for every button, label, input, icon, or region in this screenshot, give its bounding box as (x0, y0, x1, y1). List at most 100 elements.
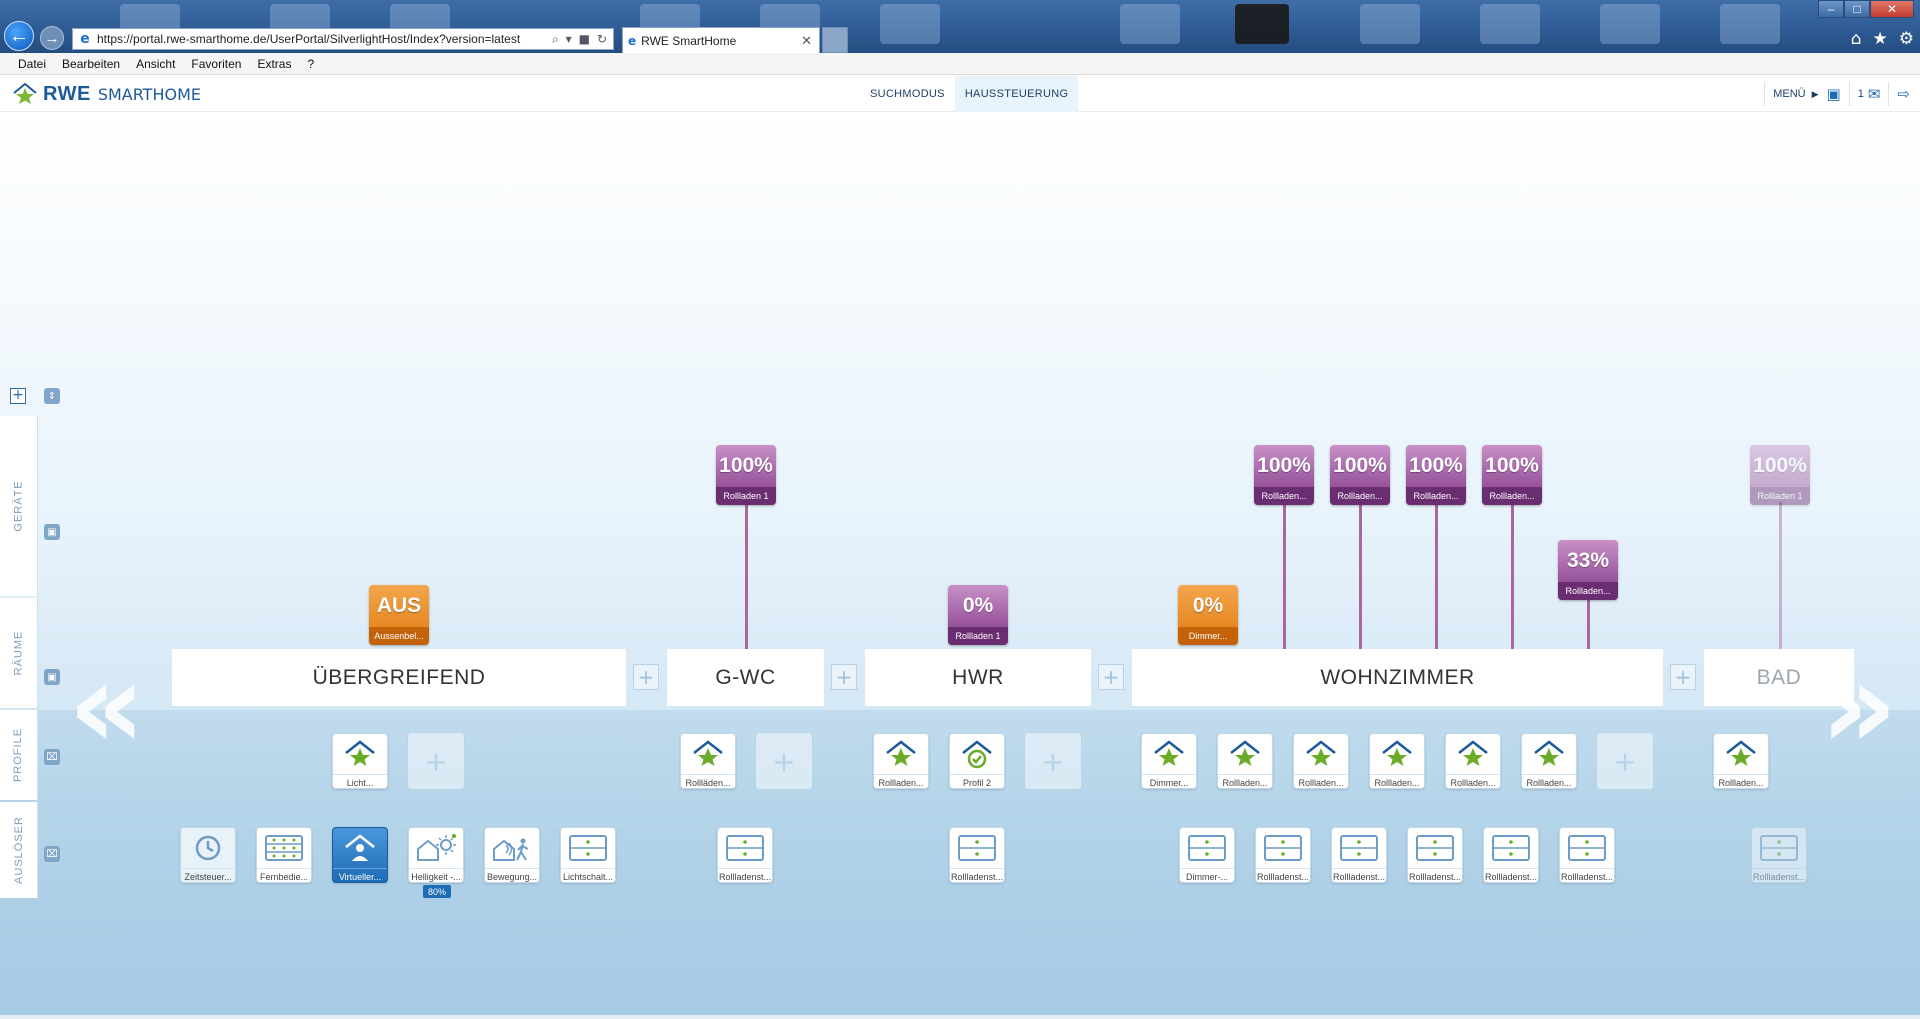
back-button[interactable]: ← (4, 21, 34, 51)
expand-collapse-icon[interactable]: ⇕ (44, 388, 60, 404)
room-wohnzimmer[interactable]: WOHNZIMMER (1132, 649, 1663, 706)
profile-tile[interactable]: Dimmer... (1141, 733, 1197, 789)
add-profile-button[interactable]: + (755, 732, 813, 790)
trigger-tile[interactable]: Fernbedie... (256, 827, 312, 883)
url-text[interactable]: https://portal.rwe-smarthome.de/UserPort… (97, 32, 552, 46)
gear-icon[interactable]: ⚙ (1899, 29, 1914, 49)
nav-suchmodus[interactable]: SUCHMODUS (860, 76, 955, 112)
add-room-button[interactable]: + (633, 664, 659, 690)
search-icon[interactable]: ⌕ (552, 32, 559, 47)
add-room-button[interactable]: + (831, 664, 857, 690)
envelope-icon[interactable]: ✉ (1868, 85, 1881, 103)
trigger-tile[interactable]: Bewegung... (484, 827, 540, 883)
refresh-icon[interactable]: ↻ (597, 32, 607, 47)
forward-button[interactable]: → (40, 26, 64, 50)
trigger-tile[interactable]: Rollladenst... (1559, 827, 1615, 883)
trigger-tile[interactable]: Rollladenst... (1255, 827, 1311, 883)
nav-haussteuerung[interactable]: HAUSSTEUERUNG (954, 76, 1079, 112)
profile-tile[interactable]: Rollladen... (1369, 733, 1425, 789)
menu-datei[interactable]: Datei (18, 57, 46, 71)
room-hwr[interactable]: HWR (865, 649, 1091, 706)
menu-bearbeiten[interactable]: Bearbeiten (62, 57, 120, 71)
trigger-tile[interactable]: Lichtschalt... (560, 827, 616, 883)
profile-tile[interactable]: Rollladen... (1521, 733, 1577, 789)
add-profile-button[interactable]: + (407, 732, 465, 790)
device-rollladen-wohnzimmer[interactable]: 100% Rollladen... (1406, 445, 1466, 505)
add-room-button[interactable]: + (1098, 664, 1124, 690)
trigger-tile[interactable]: Rollladenst... (1407, 827, 1463, 883)
trigger-tile[interactable]: Dimmer-... (1179, 827, 1235, 883)
device-aussenbeleuchtung[interactable]: AUS Aussenbel... (369, 585, 429, 645)
maximize-button[interactable]: □ (1844, 0, 1870, 18)
collapse-icon[interactable]: ⌧ (44, 749, 60, 765)
device-rollladen-bad[interactable]: 100% Rollladen 1 (1750, 445, 1810, 505)
profile-label: Rollladen... (1522, 774, 1576, 788)
profile-tile[interactable]: Rollladen... (1217, 733, 1273, 789)
add-profile-button[interactable]: + (1596, 732, 1654, 790)
device-value: 100% (1753, 454, 1807, 477)
add-profile-button[interactable]: + (1024, 732, 1082, 790)
device-dimmer-wohnzimmer[interactable]: 0% Dimmer... (1178, 585, 1238, 645)
room-g-wc[interactable]: G-WC (667, 649, 824, 706)
side-tab-geraete[interactable]: GERÄTE (0, 416, 38, 596)
profile-tile[interactable]: Rollläden... (680, 733, 736, 789)
trigger-label: Rollladenst... (1256, 868, 1310, 882)
minimize-button[interactable]: – (1818, 0, 1844, 18)
device-rollladen-hwr[interactable]: 0% Rollladen 1 (948, 585, 1008, 645)
home-icon[interactable]: ⌂ (1851, 29, 1862, 49)
profile-tile[interactable]: Licht... (332, 733, 388, 789)
menu-button[interactable]: MENÜ (1773, 88, 1805, 100)
device-value: 100% (1333, 454, 1387, 477)
device-rollladen-wohnzimmer[interactable]: 100% Rollladen... (1482, 445, 1542, 505)
tab-title[interactable]: RWE SmartHome (641, 34, 801, 48)
side-tab-ausloeser[interactable]: AUSLÖSER (0, 802, 38, 898)
menu-extras[interactable]: Extras (257, 57, 291, 71)
trigger-tile[interactable]: Rollladenst... (717, 827, 773, 883)
profile-tile[interactable]: Rollladen... (1713, 733, 1769, 789)
close-window-button[interactable]: ✕ (1870, 0, 1914, 18)
dropdown-icon[interactable]: ▾ (566, 32, 572, 47)
menu-ansicht[interactable]: Ansicht (136, 57, 175, 71)
browser-tab[interactable]: e RWE SmartHome ✕ (622, 27, 820, 53)
device-rollladen-gwc[interactable]: 100% Rollladen 1 (716, 445, 776, 505)
trigger-tile[interactable]: Rollladenst... (949, 827, 1005, 883)
logout-icon[interactable]: ⇨ (1897, 85, 1910, 103)
profile-tile[interactable]: Rollladen... (1293, 733, 1349, 789)
profile-tile[interactable]: Rollladen... (873, 733, 929, 789)
side-tab-raeume[interactable]: RÄUME (0, 598, 38, 708)
rwe-logo[interactable]: RWE SMARTHOME (12, 81, 201, 107)
toggle-view-icon[interactable]: ▣ (44, 524, 60, 540)
profile-tile[interactable]: Profil 2 (949, 733, 1005, 789)
device-rollladen-wohnzimmer[interactable]: 100% Rollladen... (1330, 445, 1390, 505)
side-tab-profile[interactable]: PROFILE (0, 710, 38, 800)
trigger-tile-selected[interactable]: Virtueller... (332, 827, 388, 883)
scroll-right-chevron-icon[interactable]: » (1820, 642, 1898, 772)
trigger-tile[interactable]: Zeitsteuer... (180, 827, 236, 883)
trigger-label: Zeitsteuer... (181, 868, 235, 882)
new-tab-button[interactable] (822, 27, 848, 53)
toggle-view-icon[interactable]: ▣ (44, 669, 60, 685)
trigger-tile[interactable]: Helligkeit -... (408, 827, 464, 883)
room-uebergreifend[interactable]: ÜBERGREIFEND (172, 649, 626, 706)
menu-favoriten[interactable]: Favoriten (191, 57, 241, 71)
device-rollladen-wohnzimmer[interactable]: 100% Rollladen... (1254, 445, 1314, 505)
device-stem (1779, 502, 1782, 649)
address-bar[interactable]: e https://portal.rwe-smarthome.de/UserPo… (72, 28, 614, 50)
trigger-tile[interactable]: Rollladenst... (1483, 827, 1539, 883)
device-rollladen-wohnzimmer[interactable]: 33% Rollladen... (1558, 540, 1618, 600)
trigger-tile[interactable]: Rollladenst... (1331, 827, 1387, 883)
desktop-thumbnail (1360, 4, 1420, 44)
collapse-icon[interactable]: ⌧ (44, 846, 60, 862)
menu-help[interactable]: ? (307, 57, 314, 71)
add-room-button[interactable]: + (10, 388, 26, 404)
lock-icon[interactable]: ■ (579, 32, 590, 47)
profile-tile[interactable]: Rollladen... (1445, 733, 1501, 789)
favorites-star-icon[interactable]: ★ (1873, 29, 1888, 49)
trigger-tile[interactable]: Rollladenst... (1751, 827, 1807, 883)
add-room-button[interactable]: + (1670, 664, 1696, 690)
scroll-left-chevron-icon[interactable]: « (68, 642, 146, 772)
clock-check-icon (962, 740, 992, 769)
close-tab-icon[interactable]: ✕ (801, 33, 819, 49)
switch-icon (1492, 835, 1530, 861)
shc-device-icon[interactable]: ▣ (1827, 85, 1841, 103)
